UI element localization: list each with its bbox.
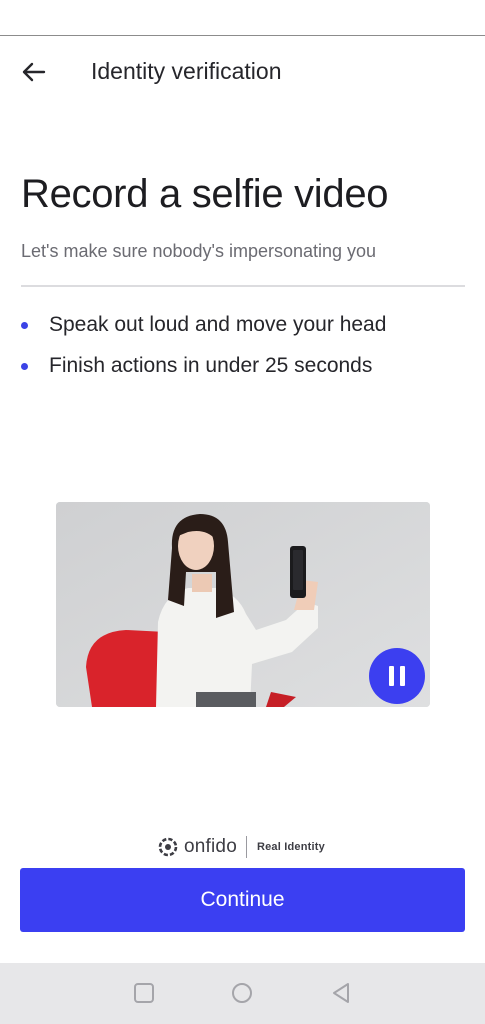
back-triangle-icon (333, 983, 349, 1003)
brand-separator (245, 836, 247, 858)
pause-button[interactable] (369, 648, 425, 704)
brand-name: onfido (184, 836, 237, 857)
divider (21, 285, 465, 287)
bullet-dot-icon (21, 322, 28, 329)
app-bar: Identity verification (0, 36, 485, 108)
app-bar-title: Identity verification (91, 58, 282, 84)
instruction-text: Speak out loud and move your head (49, 313, 387, 336)
back-button[interactable] (16, 56, 56, 88)
instruction-item: Speak out loud and move your head (21, 310, 386, 351)
instruction-list: Speak out loud and move your head Finish… (21, 310, 386, 392)
powered-by-branding: onfido Real Identity (0, 832, 485, 862)
bullet-dot-icon (21, 363, 28, 370)
arrow-left-icon (22, 62, 46, 82)
brand-tagline: Real Identity (256, 841, 325, 853)
recent-apps-button[interactable] (132, 981, 156, 1005)
instruction-text: Finish actions in under 25 seconds (49, 354, 373, 377)
recent-apps-icon (134, 983, 154, 1003)
page-title: Record a selfie video (21, 172, 389, 216)
pause-icon (389, 666, 394, 686)
page-subtitle: Let's make sure nobody's impersonating y… (21, 241, 377, 261)
system-navigation-bar (0, 963, 485, 1024)
continue-button[interactable]: Continue (20, 868, 465, 932)
home-icon (232, 983, 252, 1003)
onfido-logo-icon (158, 837, 178, 857)
instruction-item: Finish actions in under 25 seconds (21, 351, 386, 392)
status-bar (0, 0, 485, 36)
system-back-button[interactable] (329, 981, 353, 1005)
selfie-video-preview[interactable] (56, 502, 430, 707)
home-button[interactable] (230, 981, 254, 1005)
